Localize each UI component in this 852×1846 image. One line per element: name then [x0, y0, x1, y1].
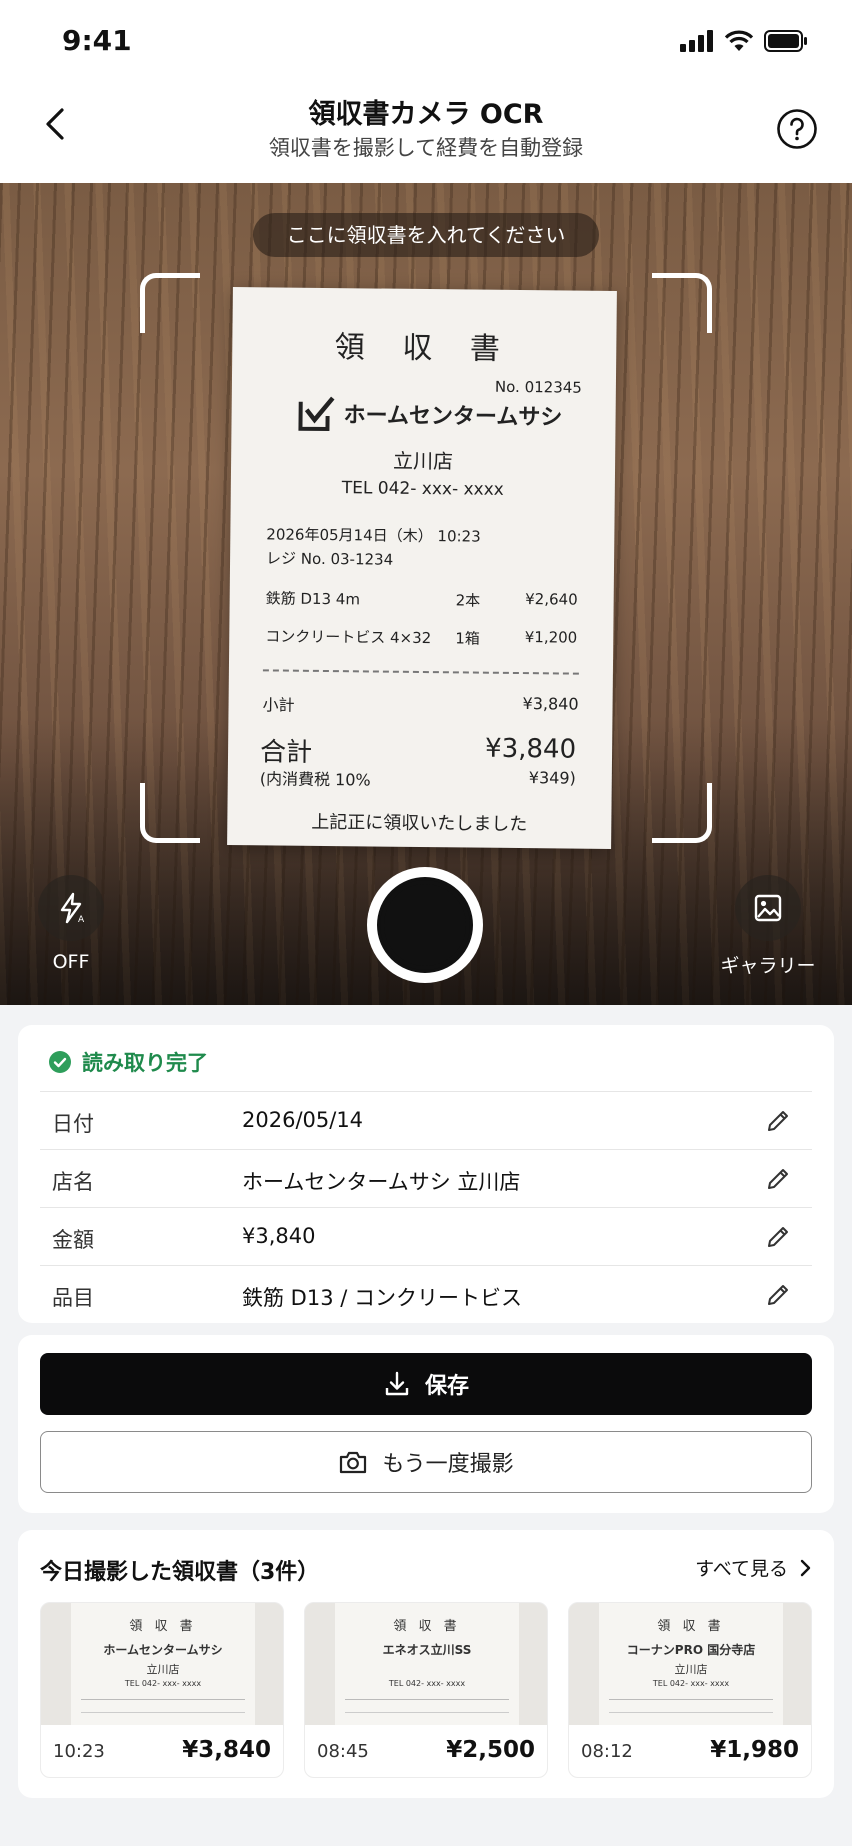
flash-off-icon: A: [60, 892, 85, 925]
receipt-divider: [262, 669, 579, 675]
receipt-item: 鉄筋 D13 4m 2本 ¥2,640: [265, 589, 578, 610]
gallery-label: ギャラリー: [720, 955, 816, 977]
chevron-right-icon: [800, 1559, 811, 1576]
store-logo: ホームセンタームサシ: [297, 394, 562, 435]
receipt-number: No. 012345: [494, 377, 582, 397]
receipt-preview: 領 収 書 No. 012345 ホームセンタームサシ 立川店 TEL 042-…: [227, 287, 617, 849]
app-header: 領収書カメラ OCR 領収書を撮影して経費を自動登録: [0, 82, 852, 183]
signal-icon: [680, 30, 713, 52]
ocr-status-text: 読み取り完了: [82, 1051, 208, 1075]
camera-icon: [340, 1451, 367, 1474]
field-value: ホームセンタームサシ 立川店: [242, 1170, 521, 1194]
field-row-date: 日付 2026/05/14: [40, 1091, 812, 1149]
thumbnail-amount: ¥1,980: [710, 1737, 799, 1763]
field-value: 鉄筋 D13 / コンクリートビス: [242, 1286, 522, 1310]
action-card: 保存 もう一度撮影: [18, 1335, 834, 1513]
receipt-datetime: 2026年05月14日（木） 10:23: [266, 525, 481, 546]
status-bar: 9:41: [0, 0, 852, 82]
receipt-thumbnail[interactable]: 領 収 書 コーナンPRO 国分寺店 立川店 TEL 042- xxx- xxx…: [568, 1602, 812, 1778]
receipt-tel: TEL 042- xxx- xxxx: [341, 478, 504, 500]
svg-text:A: A: [78, 915, 85, 925]
gallery-button[interactable]: [735, 875, 801, 941]
frame-corner: [140, 273, 200, 333]
frame-corner: [652, 273, 712, 333]
receipt-item: コンクリートビス 4×32 1箱 ¥1,200: [265, 627, 578, 648]
flash-button[interactable]: A: [38, 875, 104, 941]
status-time: 9:41: [62, 24, 132, 57]
receipt-subtotal: 小計 ¥3,840: [262, 694, 579, 715]
help-icon[interactable]: [776, 108, 818, 150]
field-label: 店名: [52, 1170, 94, 1194]
gallery-icon: [754, 894, 782, 922]
camera-viewfinder[interactable]: ここに領収書を入れてください 領 収 書 No. 012345 ホームセンターム…: [0, 183, 852, 1005]
battery-icon: [764, 30, 807, 52]
edit-icon[interactable]: [764, 1281, 792, 1309]
receipt-branch: 立川店: [392, 448, 454, 474]
edit-icon[interactable]: [764, 1165, 792, 1193]
receipt-total-label: 合計: [259, 737, 313, 768]
edit-icon[interactable]: [764, 1107, 792, 1135]
frame-corner: [652, 783, 712, 843]
field-value: ¥3,840: [242, 1224, 316, 1248]
retake-button[interactable]: もう一度撮影: [40, 1431, 812, 1493]
page-title: 領収書カメラ OCR: [308, 99, 544, 130]
thumbnail-time: 08:12: [581, 1741, 633, 1762]
download-icon: [385, 1371, 409, 1396]
page-subtitle: 領収書を撮影して経費を自動登録: [268, 136, 584, 160]
frame-corner: [140, 783, 200, 843]
see-all-link[interactable]: すべて見る: [695, 1554, 812, 1581]
receipt-footer: 上記正に領収いたしました: [311, 811, 528, 836]
field-label: 金額: [52, 1228, 94, 1252]
status-icons: [680, 30, 808, 52]
field-label: 品目: [52, 1286, 94, 1310]
thumbnail-time: 08:45: [317, 1741, 369, 1762]
field-value: 2026/05/14: [242, 1108, 364, 1132]
receipt-store-name: ホームセンタームサシ: [343, 403, 563, 431]
ocr-result-card: 読み取り完了 日付 2026/05/14 店名 ホームセンタームサシ 立川店 金…: [18, 1025, 834, 1323]
receipt-thumbnail[interactable]: 領 収 書 エネオス立川SS TEL 042- xxx- xxxx 08:45 …: [304, 1602, 548, 1778]
receipt-thumbnail[interactable]: 領 収 書 ホームセンタームサシ 立川店 TEL 042- xxx- xxxx …: [40, 1602, 284, 1778]
today-receipts-card: 今日撮影した領収書（3件） すべて見る 領 収 書 ホームセンタームサシ 立川店…: [18, 1530, 834, 1798]
thumbnail-time: 10:23: [53, 1741, 105, 1762]
field-row-store: 店名 ホームセンタームサシ 立川店: [40, 1149, 812, 1207]
thumbnail-amount: ¥3,840: [182, 1737, 271, 1763]
retake-button-label: もう一度撮影: [382, 1452, 514, 1477]
history-title: 今日撮影した領収書（3件）: [40, 1560, 320, 1585]
ocr-status: 読み取り完了: [48, 1047, 208, 1077]
save-button[interactable]: 保存: [40, 1353, 812, 1415]
wifi-icon: [724, 30, 754, 51]
field-label: 日付: [52, 1112, 94, 1136]
receipt-register: レジ No. 03-1234: [265, 549, 394, 569]
receipt-title: 領 収 書: [334, 330, 515, 367]
save-button-label: 保存: [424, 1374, 469, 1399]
receipt-total: ¥3,840: [484, 733, 577, 765]
scan-hint: ここに領収書を入れてください: [253, 213, 599, 257]
shutter-button[interactable]: [367, 867, 483, 983]
receipt-ocr-screen: 9:41 領収書カメラ OCR 領収書を撮影して経費を自動登録 ここに領収書を入…: [0, 0, 852, 1846]
thumbnail-amount: ¥2,500: [446, 1737, 535, 1763]
field-row-amount: 金額 ¥3,840: [40, 1207, 812, 1265]
receipt-tax-label: (内消費税 10%: [259, 769, 371, 790]
flash-label: OFF: [52, 951, 90, 973]
receipt-tax: ¥349): [528, 768, 576, 788]
field-row-items: 品目 鉄筋 D13 / コンクリートビス: [40, 1265, 812, 1323]
check-circle-icon: [49, 1051, 71, 1073]
store-logo-icon: [298, 396, 335, 432]
edit-icon[interactable]: [764, 1223, 792, 1251]
